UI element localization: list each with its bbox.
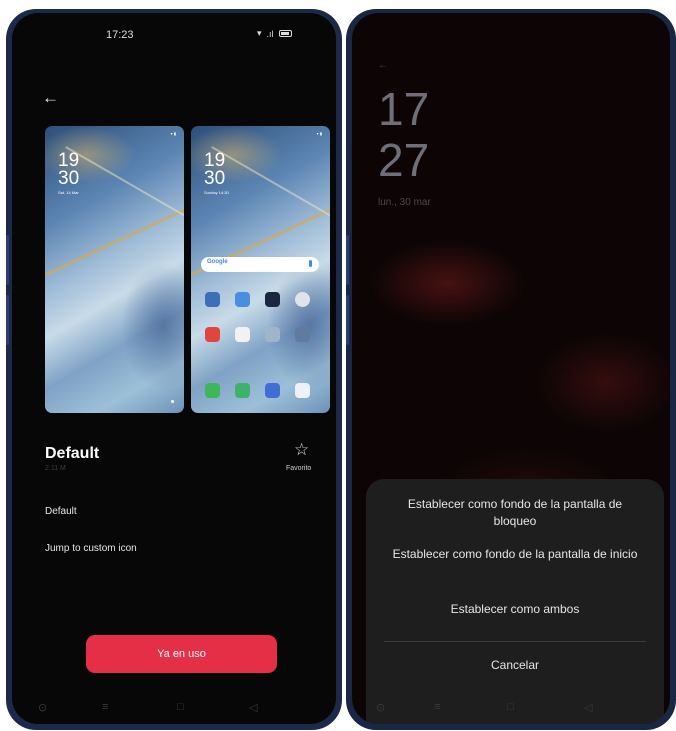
wallpaper-detail-screen: 17:23 ▾ .ıl ← ▾ ▮ 19 30 Sat, 14 Mar ▾ ▮ … — [12, 13, 336, 724]
status-time: 17:23 — [106, 29, 134, 41]
preview-status-icons: ▾ ▮ — [316, 131, 322, 136]
cancel-button[interactable]: Cancelar — [366, 657, 664, 674]
back-icon[interactable]: ◁ — [584, 701, 592, 714]
camera-shortcut-icon — [171, 400, 174, 403]
lock-screen-preview[interactable]: ▾ ▮ 19 30 Sat, 14 Mar — [45, 126, 184, 413]
wallpaper-title: Default — [45, 445, 100, 462]
info-default: Default — [45, 506, 77, 517]
set-both-option[interactable]: Establecer como ambos — [366, 601, 664, 618]
divider — [384, 641, 646, 642]
set-lock-screen-option[interactable]: Establecer como fondo de la pantalla de … — [366, 496, 664, 530]
app-icon-settings — [295, 292, 310, 307]
volume-button — [346, 235, 349, 285]
back-arrow-icon[interactable]: ← — [378, 60, 388, 71]
google-mic-icon — [309, 260, 312, 267]
preview-status-icons: ▾ ▮ — [170, 131, 176, 136]
preview-date: Sunday 14:30 — [204, 190, 229, 195]
already-in-use-button[interactable]: Ya en uso — [86, 635, 277, 673]
set-home-screen-option[interactable]: Establecer como fondo de la pantalla de … — [366, 546, 664, 563]
preview-clock: 19 30 — [58, 150, 80, 189]
recents-icon[interactable]: □ — [177, 701, 184, 713]
menu-icon[interactable]: ≡ — [434, 701, 440, 713]
volume-button-2 — [6, 295, 9, 345]
status-icons: ▾ .ıl — [257, 28, 292, 39]
app-icon-red — [205, 327, 220, 342]
home-icon[interactable]: ⊙ — [376, 701, 385, 714]
back-arrow-icon[interactable]: ← — [42, 88, 59, 108]
favorite-label[interactable]: Favorito — [286, 465, 311, 472]
recents-icon[interactable]: □ — [507, 701, 514, 713]
back-icon[interactable]: ◁ — [249, 701, 257, 714]
app-icon-camera — [295, 383, 310, 398]
lock-date: lun., 30 mar — [378, 197, 431, 208]
phone-left: 17:23 ▾ .ıl ← ▾ ▮ 19 30 Sat, 14 Mar ▾ ▮ … — [6, 9, 342, 730]
app-icon-browser — [265, 383, 280, 398]
app-icon-play-store — [235, 327, 250, 342]
phone-right: ← 17 27 lun., 30 mar Establecer como fon… — [346, 9, 676, 730]
preview-clock: 19 30 — [204, 150, 226, 189]
app-icon-calendar — [205, 292, 220, 307]
signal-icon: .ıl — [266, 28, 274, 39]
preview-date: Sat, 14 Mar — [58, 190, 79, 195]
set-wallpaper-screen: ← 17 27 lun., 30 mar Establecer como fon… — [352, 13, 670, 724]
app-icon-tools — [265, 327, 280, 342]
volume-button — [6, 235, 9, 285]
wifi-icon: ▾ — [257, 28, 262, 38]
google-search-bar: Google — [201, 257, 319, 272]
app-icon-phone — [205, 383, 220, 398]
google-logo: Google — [207, 259, 228, 265]
menu-icon[interactable]: ≡ — [102, 701, 108, 713]
app-icon-folder — [295, 327, 310, 342]
app-icon-messages — [235, 292, 250, 307]
lock-clock-hour: 17 — [378, 83, 430, 135]
app-icon-chat — [235, 383, 250, 398]
home-icon[interactable]: ⊙ — [38, 701, 47, 714]
battery-icon — [278, 30, 292, 37]
set-wallpaper-sheet: Establecer como fondo de la pantalla de … — [366, 479, 664, 724]
home-screen-preview[interactable]: ▾ ▮ 19 30 Sunday 14:30 Google — [191, 126, 330, 413]
lock-clock-minute: 27 — [378, 134, 430, 186]
wallpaper-size: 2.11 M — [45, 465, 66, 472]
app-icon-photos — [265, 292, 280, 307]
jump-custom-icon-link[interactable]: Jump to custom icon — [45, 543, 137, 554]
volume-button-2 — [346, 295, 349, 345]
star-outline-icon[interactable]: ☆ — [294, 440, 309, 460]
